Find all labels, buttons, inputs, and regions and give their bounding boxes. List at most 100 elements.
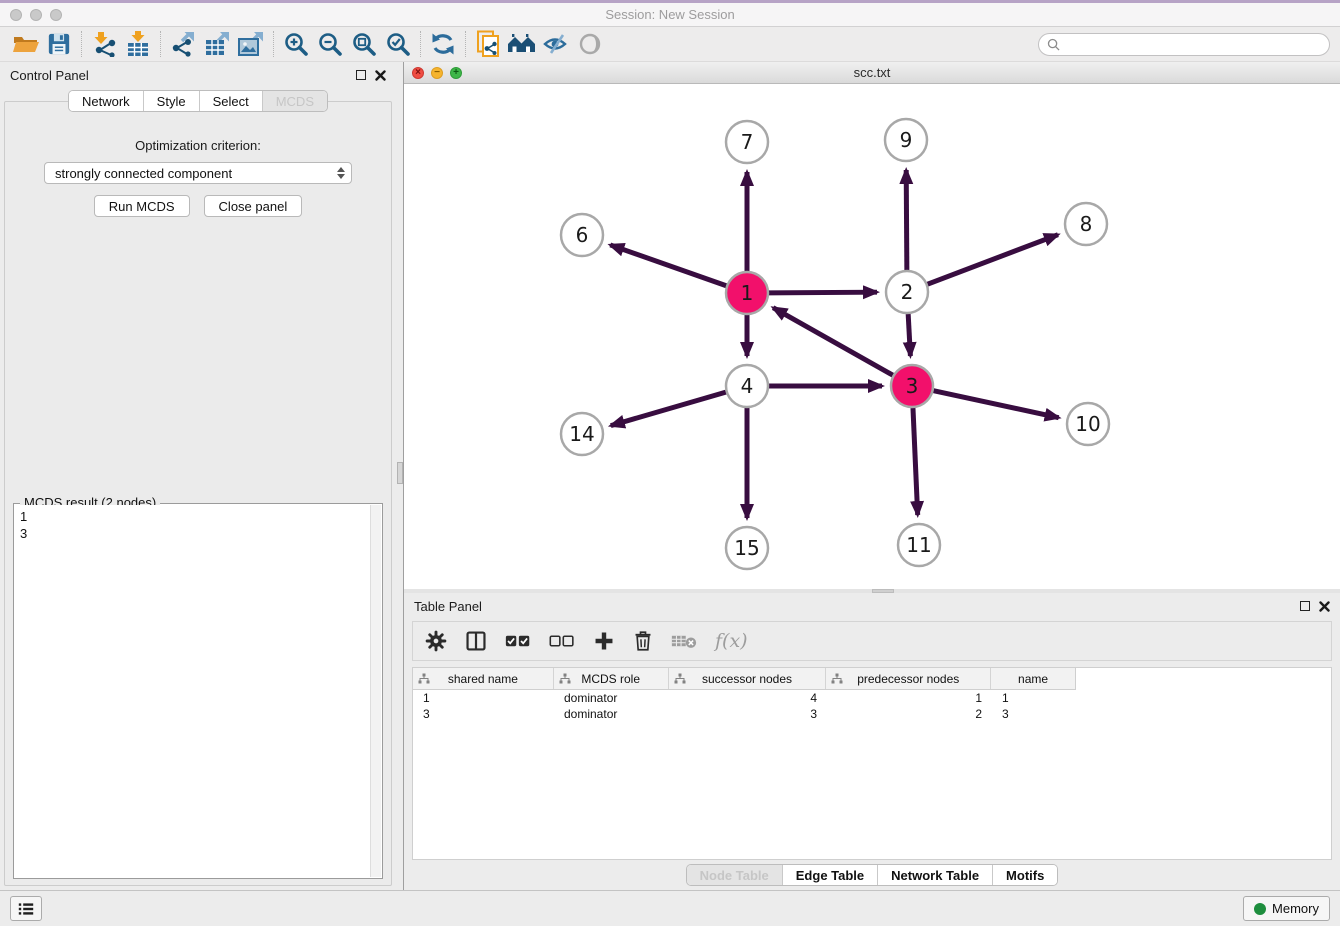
cell-shared-name[interactable]: 3 [413, 706, 554, 722]
cell-name[interactable]: 1 [992, 690, 1076, 706]
table-row[interactable]: 1 dominator 4 1 1 [413, 690, 1331, 706]
import-network-icon [91, 31, 117, 57]
graph-node-10[interactable]: 10 [1067, 403, 1109, 445]
splitter-grip[interactable] [872, 589, 894, 593]
cell-successor-nodes[interactable]: 3 [669, 706, 827, 722]
tab-select[interactable]: Select [200, 91, 263, 111]
export-image-button[interactable] [234, 29, 268, 59]
graph-node-6[interactable]: 6 [561, 214, 603, 256]
select-all-icon[interactable] [505, 633, 531, 649]
cell-predecessor-nodes[interactable]: 1 [827, 690, 992, 706]
graph-node-2[interactable]: 2 [886, 271, 928, 313]
column-header-shared-name[interactable]: shared name [413, 668, 554, 689]
graph-edge-1-6[interactable] [610, 245, 726, 286]
graph-edge-2-3[interactable] [908, 314, 910, 356]
toolbar-separator [420, 31, 421, 57]
hide-panel-button[interactable] [539, 29, 573, 59]
show-panel-button[interactable] [573, 29, 607, 59]
vertical-splitter[interactable] [396, 62, 404, 890]
memory-button[interactable]: Memory [1243, 896, 1330, 921]
graph-node-11[interactable]: 11 [898, 524, 940, 566]
split-columns-icon[interactable] [465, 630, 487, 652]
close-panel-icon[interactable] [375, 70, 386, 81]
search-input[interactable] [1065, 35, 1329, 54]
import-table-button[interactable] [121, 29, 155, 59]
graph-node-9[interactable]: 9 [885, 119, 927, 161]
mcds-result-list[interactable]: 1 3 [15, 505, 370, 877]
zoom-in-button[interactable] [279, 29, 313, 59]
zoom-out-button[interactable] [313, 29, 347, 59]
export-network-button[interactable] [166, 29, 200, 59]
tab-network[interactable]: Network [69, 91, 144, 111]
search-field[interactable] [1038, 33, 1330, 56]
cell-mcds-role[interactable]: dominator [554, 690, 669, 706]
float-panel-icon[interactable] [1300, 601, 1310, 611]
cell-successor-nodes[interactable]: 4 [669, 690, 827, 706]
graph-edge-3-10[interactable] [934, 391, 1059, 418]
cell-shared-name[interactable]: 1 [413, 690, 554, 706]
cell-name[interactable]: 3 [992, 706, 1076, 722]
graph-node-1[interactable]: 1 [726, 272, 768, 314]
graph-node-15[interactable]: 15 [726, 527, 768, 569]
network-window: scc.txt × − + 7 9 6 8 1 2 4 3 14 10 15 11 [404, 62, 1340, 589]
tab-node-table[interactable]: Node Table [687, 865, 783, 885]
graph-node-7[interactable]: 7 [726, 121, 768, 163]
zoom-fit-button[interactable] [347, 29, 381, 59]
close-panel-button[interactable]: Close panel [204, 195, 303, 217]
network-canvas[interactable]: 7 9 6 8 1 2 4 3 14 10 15 11 [404, 84, 1340, 589]
save-session-button[interactable] [42, 29, 76, 59]
delete-table-icon[interactable] [671, 632, 697, 650]
network-graph[interactable]: 7 9 6 8 1 2 4 3 14 10 15 11 [404, 84, 1340, 589]
home-button[interactable] [505, 29, 539, 59]
result-scrollbar[interactable] [370, 505, 381, 877]
horizontal-splitter[interactable] [404, 589, 1340, 593]
graph-node-3[interactable]: 3 [891, 365, 933, 407]
delete-icon[interactable] [633, 630, 653, 652]
splitter-grip[interactable] [397, 462, 403, 484]
run-mcds-button[interactable]: Run MCDS [94, 195, 190, 217]
tab-edge-table[interactable]: Edge Table [783, 865, 878, 885]
open-file-button[interactable] [8, 29, 42, 59]
gear-icon[interactable] [425, 630, 447, 652]
graph-node-14[interactable]: 14 [561, 413, 603, 455]
tab-mcds[interactable]: MCDS [263, 91, 327, 111]
new-network-from-file-button[interactable] [471, 29, 505, 59]
graph-edge-1-2[interactable] [769, 292, 877, 293]
graph-node-label: 10 [1075, 412, 1100, 436]
task-history-button[interactable] [10, 896, 42, 921]
graph-node-8[interactable]: 8 [1065, 203, 1107, 245]
column-header-successor-nodes[interactable]: successor nodes [669, 668, 827, 689]
tab-style[interactable]: Style [144, 91, 200, 111]
column-header-predecessor-nodes[interactable]: predecessor nodes [826, 668, 991, 689]
deselect-all-icon[interactable] [549, 633, 575, 649]
graph-edge-4-14[interactable] [611, 392, 726, 425]
optimization-criterion-select[interactable]: strongly connected component [44, 162, 352, 184]
export-table-button[interactable] [200, 29, 234, 59]
graph-edge-2-9[interactable] [906, 170, 907, 270]
tab-network-table[interactable]: Network Table [878, 865, 993, 885]
refresh-button[interactable] [426, 29, 460, 59]
close-network-icon[interactable]: × [412, 67, 424, 79]
graph-edge-2-8[interactable] [928, 235, 1058, 285]
control-panel-title: Control Panel [10, 68, 89, 83]
zoom-network-icon[interactable]: + [450, 67, 462, 79]
add-column-icon[interactable] [593, 630, 615, 652]
column-header-name[interactable]: name [991, 668, 1075, 689]
function-builder-icon[interactable]: f(x) [715, 630, 748, 652]
graph-edge-3-11[interactable] [913, 408, 918, 515]
float-panel-icon[interactable] [356, 70, 366, 80]
cell-mcds-role[interactable]: dominator [554, 706, 669, 722]
graph-edge-3-1[interactable] [773, 308, 893, 375]
tab-motifs[interactable]: Motifs [993, 865, 1057, 885]
network-window-titlebar: scc.txt × − + [404, 62, 1340, 84]
column-header-mcds-role[interactable]: MCDS role [554, 668, 669, 689]
zoom-selected-button[interactable] [381, 29, 415, 59]
close-panel-icon[interactable] [1319, 601, 1330, 612]
table-toolbar: f(x) [412, 621, 1332, 661]
cell-predecessor-nodes[interactable]: 2 [827, 706, 992, 722]
node-table: shared name MCDS role successor nodes [412, 667, 1332, 860]
table-row[interactable]: 3 dominator 3 2 3 [413, 706, 1331, 722]
import-network-button[interactable] [87, 29, 121, 59]
graph-node-4[interactable]: 4 [726, 365, 768, 407]
minimize-network-icon[interactable]: − [431, 67, 443, 79]
